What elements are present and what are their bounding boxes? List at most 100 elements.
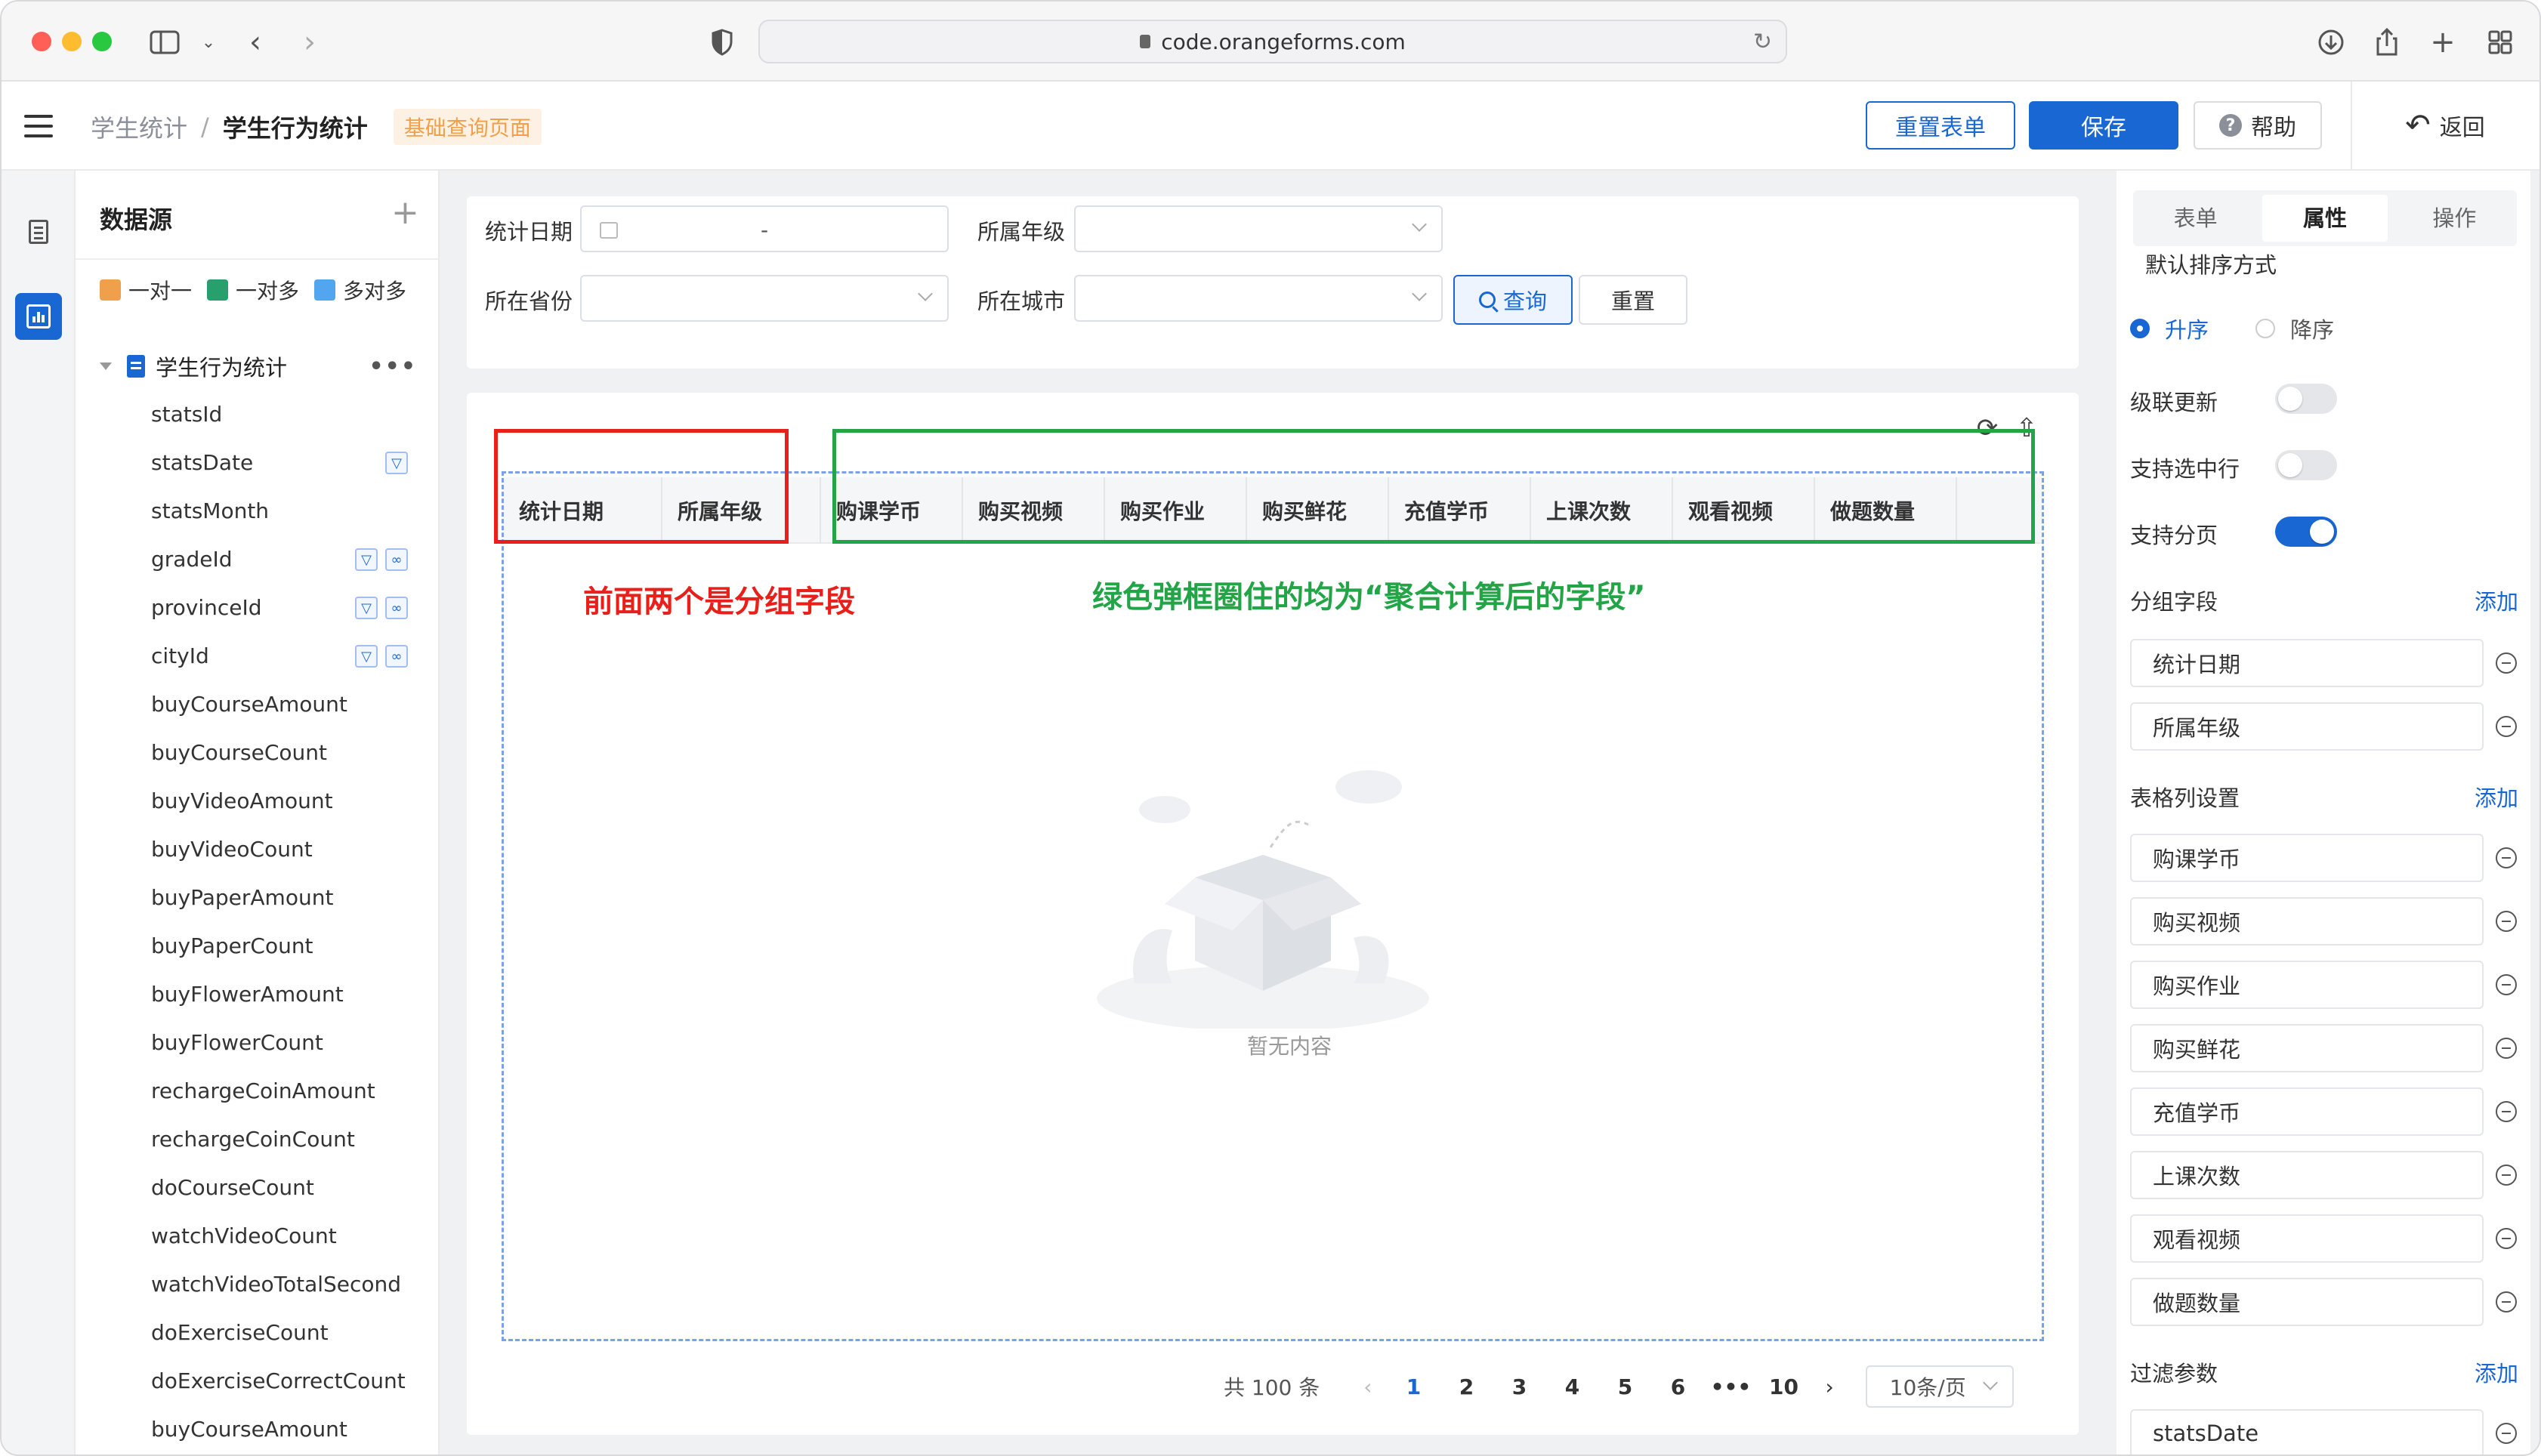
select-row-switch[interactable]	[2275, 450, 2337, 480]
datasource-button[interactable]	[15, 293, 62, 340]
sort-asc-radio[interactable]: 升序	[2130, 313, 2209, 344]
page-number[interactable]: 4	[1545, 1374, 1598, 1399]
remove-circle-icon[interactable]	[2496, 652, 2517, 674]
field-item[interactable]: cityId ▽ ∞	[76, 631, 438, 680]
minimize-window-button[interactable]	[62, 32, 82, 51]
caret-down-icon[interactable]	[100, 362, 112, 370]
remove-circle-icon[interactable]	[2496, 1423, 2517, 1444]
prev-page-icon[interactable]: ‹	[1363, 1374, 1372, 1399]
remove-circle-icon[interactable]	[2496, 1291, 2517, 1313]
remove-circle-icon[interactable]	[2496, 1164, 2517, 1186]
zoom-window-button[interactable]	[92, 32, 112, 51]
address-bar[interactable]: code.orangeforms.com ↻	[758, 20, 1787, 63]
next-page-icon[interactable]: ›	[1825, 1374, 1833, 1399]
form-list-button[interactable]	[15, 208, 62, 255]
filter-icon[interactable]: ▽	[385, 452, 408, 474]
add-group-field-link[interactable]: 添加	[2475, 585, 2518, 616]
column-item[interactable]: 购课学币	[2130, 834, 2484, 882]
field-item[interactable]: buyPaperAmount	[76, 873, 438, 921]
field-item[interactable]: buyFlowerAmount	[76, 970, 438, 1018]
paging-switch[interactable]	[2275, 517, 2337, 547]
sidebar-toggle-icon[interactable]	[147, 24, 183, 60]
field-item[interactable]: rechargeCoinAmount	[76, 1066, 438, 1115]
field-item[interactable]: buyCourseCount	[76, 728, 438, 776]
menu-icon[interactable]	[24, 115, 53, 137]
field-item[interactable]: watchVideoTotalSecond	[76, 1260, 438, 1308]
field-item[interactable]: doExerciseCount	[76, 1308, 438, 1356]
field-item[interactable]: buyPaperCount	[76, 921, 438, 970]
reset-filter-button[interactable]: 重置	[1579, 275, 1687, 325]
reset-form-button[interactable]: 重置表单	[1866, 101, 2015, 150]
chevron-down-icon[interactable]: ⌄	[190, 24, 227, 60]
tab-overview-icon[interactable]	[2482, 24, 2518, 60]
page-number[interactable]: 3	[1493, 1374, 1545, 1399]
column-item[interactable]: 购买作业	[2130, 961, 2484, 1009]
field-item[interactable]: doExerciseCorrectCount	[76, 1356, 438, 1405]
field-item[interactable]: buyCourseAmount	[76, 680, 438, 728]
privacy-shield-icon[interactable]	[704, 24, 740, 60]
page-number[interactable]: 10	[1757, 1374, 1810, 1399]
field-item[interactable]: buyCourseAmount	[76, 1405, 438, 1453]
group-field-item[interactable]: 统计日期	[2130, 639, 2484, 687]
grade-select[interactable]	[1074, 205, 1443, 252]
filter-icon[interactable]: ▽	[355, 548, 378, 571]
column-item[interactable]: 上课次数	[2130, 1151, 2484, 1199]
province-select[interactable]	[580, 275, 949, 322]
field-item[interactable]: watchVideoCount	[76, 1211, 438, 1260]
group-field-item[interactable]: 所属年级	[2130, 702, 2484, 751]
remove-circle-icon[interactable]	[2496, 847, 2517, 868]
page-number[interactable]: 1	[1387, 1374, 1440, 1399]
query-button[interactable]: 查询	[1453, 275, 1573, 325]
help-button[interactable]: ? 帮助	[2194, 101, 2322, 150]
new-tab-icon[interactable]: +	[2425, 24, 2461, 60]
back-button[interactable]: ↶ 返回	[2388, 101, 2502, 150]
filter-icon[interactable]: ▽	[355, 645, 378, 668]
add-filter-param-link[interactable]: 添加	[2475, 1356, 2518, 1388]
share-icon[interactable]	[2369, 24, 2405, 60]
field-item[interactable]: doCourseCount	[76, 1163, 438, 1211]
forward-nav-icon[interactable]: ›	[292, 24, 328, 60]
add-datasource-icon[interactable]: +	[391, 193, 419, 232]
pager-ellipsis[interactable]: •••	[1704, 1374, 1757, 1399]
column-item[interactable]: 购买视频	[2130, 897, 2484, 945]
save-button[interactable]: 保存	[2029, 101, 2178, 150]
city-select[interactable]	[1074, 275, 1443, 322]
filter-icon[interactable]: ▽	[355, 597, 378, 619]
field-item[interactable]: statsId	[76, 390, 438, 438]
breadcrumb-parent[interactable]: 学生统计	[91, 110, 187, 144]
field-item[interactable]: buyFlowerCount	[76, 1018, 438, 1066]
field-item[interactable]: provinceId ▽ ∞	[76, 583, 438, 631]
tab-item[interactable]: 属性	[2262, 195, 2388, 242]
page-number[interactable]: 2	[1440, 1374, 1493, 1399]
more-icon[interactable]: •••	[369, 353, 417, 380]
tab-item[interactable]: 操作	[2392, 190, 2517, 246]
page-number[interactable]: 5	[1598, 1374, 1651, 1399]
remove-circle-icon[interactable]	[2496, 1101, 2517, 1122]
field-item[interactable]: gradeId ▽ ∞	[76, 535, 438, 583]
remove-circle-icon[interactable]	[2496, 1228, 2517, 1249]
close-window-button[interactable]	[32, 32, 51, 51]
tree-root-node[interactable]: 学生行为统计 •••	[100, 350, 417, 382]
sort-desc-radio[interactable]: 降序	[2255, 313, 2334, 344]
column-item[interactable]: 充值学币	[2130, 1087, 2484, 1136]
remove-circle-icon[interactable]	[2496, 974, 2517, 995]
field-item[interactable]: statsDate ▽	[76, 438, 438, 486]
reload-icon[interactable]: ↻	[1753, 29, 1772, 55]
field-item[interactable]: statsMonth	[76, 486, 438, 535]
download-icon[interactable]	[2313, 24, 2349, 60]
filter-param-item[interactable]: statsDate	[2130, 1409, 2484, 1454]
dict-link-icon[interactable]: ∞	[385, 645, 408, 668]
stats-date-range-input[interactable]: -	[580, 205, 949, 252]
remove-circle-icon[interactable]	[2496, 1038, 2517, 1059]
field-item[interactable]: buyVideoAmount	[76, 776, 438, 825]
cascade-switch[interactable]	[2275, 384, 2337, 414]
field-item[interactable]: buyVideoCount	[76, 825, 438, 873]
column-item[interactable]: 做题数量	[2130, 1278, 2484, 1326]
tab-item[interactable]: 表单	[2133, 190, 2258, 246]
page-number[interactable]: 6	[1651, 1374, 1704, 1399]
dict-link-icon[interactable]: ∞	[385, 548, 408, 571]
page-size-select[interactable]: 10条/页	[1865, 1365, 2014, 1408]
column-item[interactable]: 购买鲜花	[2130, 1024, 2484, 1072]
field-item[interactable]: rechargeCoinCount	[76, 1115, 438, 1163]
remove-circle-icon[interactable]	[2496, 716, 2517, 737]
